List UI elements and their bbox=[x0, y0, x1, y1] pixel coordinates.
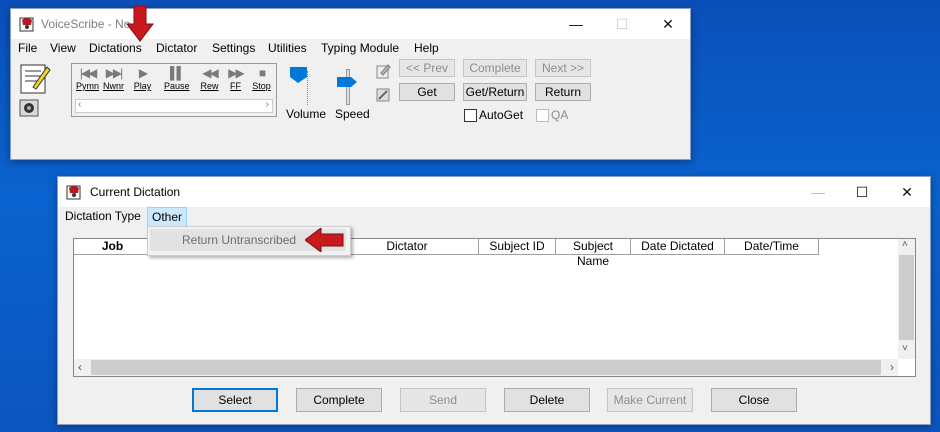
menu-settings[interactable]: Settings bbox=[210, 41, 257, 55]
scroll-right-icon-2[interactable]: › bbox=[890, 360, 894, 374]
column-subject-name[interactable]: Subject Name bbox=[556, 239, 631, 268]
horizontal-scroll-thumb[interactable] bbox=[91, 360, 881, 375]
menu-dictation-type[interactable]: Dictation Type bbox=[63, 209, 143, 223]
scroll-left-icon-2[interactable]: ‹ bbox=[78, 360, 82, 374]
speed-label: Speed bbox=[335, 107, 370, 121]
transport-buttons: |◀◀ Pymn ▶▶| Nwnr ▶ Play ▌▌ Pause ◀◀ Rew ▶▶ FF… bbox=[75, 64, 275, 98]
column-date-dictated[interactable]: Date Dictated bbox=[631, 239, 725, 254]
scroll-down-icon[interactable]: ˅ bbox=[902, 343, 908, 354]
menu-other[interactable]: Other bbox=[147, 207, 188, 227]
scroll-left-icon[interactable]: ‹ bbox=[78, 99, 81, 110]
voicescribe-window: VoiceScribe - No — ☐ ✕ File View Dictati… bbox=[10, 8, 691, 160]
speaker-icon[interactable] bbox=[19, 99, 39, 117]
select-button[interactable]: Select bbox=[192, 388, 278, 412]
qa-label: QA bbox=[551, 108, 569, 122]
dialog-maximize-button[interactable]: ☐ bbox=[839, 177, 885, 207]
previous-button[interactable]: |◀◀ Pymn bbox=[75, 66, 100, 96]
notepad-icon[interactable] bbox=[19, 61, 51, 95]
column-date-time[interactable]: Date/Time bbox=[725, 239, 819, 254]
return-button[interactable]: Return bbox=[535, 83, 591, 101]
vertical-scroll-thumb[interactable] bbox=[899, 255, 914, 340]
menu-file[interactable]: File bbox=[16, 41, 39, 55]
annotation-arrow-left-icon bbox=[305, 228, 344, 252]
scroll-up-icon[interactable]: ˄ bbox=[902, 239, 908, 250]
column-subject-id[interactable]: Subject ID bbox=[479, 239, 556, 254]
dialog-app-icon bbox=[66, 185, 81, 200]
dialog-close-button-bottom[interactable]: Close bbox=[711, 388, 797, 412]
title-bar[interactable]: VoiceScribe - No — ☐ ✕ bbox=[11, 9, 690, 39]
dialog-close-button[interactable]: ✕ bbox=[884, 177, 930, 207]
column-job[interactable]: Job bbox=[74, 239, 152, 254]
horizontal-scrollbar[interactable]: ‹ › bbox=[74, 359, 898, 376]
menu-view[interactable]: View bbox=[48, 41, 78, 55]
next-button[interactable]: ▶▶| Nwnr bbox=[101, 66, 126, 96]
fast-forward-button[interactable]: ▶▶ FF bbox=[223, 66, 248, 96]
dialog-minimize-button[interactable]: — bbox=[795, 177, 841, 207]
dialog-title: Current Dictation bbox=[90, 185, 181, 199]
get-button[interactable]: Get bbox=[399, 83, 455, 101]
play-button[interactable]: ▶ Play bbox=[130, 66, 155, 96]
delete-button[interactable]: Delete bbox=[504, 388, 590, 412]
autoget-checkbox[interactable] bbox=[464, 109, 477, 122]
menu-dictator[interactable]: Dictator bbox=[154, 41, 199, 55]
column-dictator[interactable]: Dictator bbox=[336, 239, 479, 254]
autoget-label: AutoGet bbox=[479, 108, 524, 122]
window-title: VoiceScribe - No bbox=[41, 17, 131, 31]
prev-button[interactable]: << Prev bbox=[399, 59, 455, 77]
speed-slider[interactable] bbox=[335, 67, 365, 107]
dialog-title-bar[interactable]: Current Dictation — ☐ ✕ bbox=[58, 177, 930, 207]
current-dictation-window: Current Dictation — ☐ ✕ Dictation Type O… bbox=[57, 176, 931, 425]
send-button[interactable]: Send bbox=[400, 388, 486, 412]
scroll-right-icon[interactable]: › bbox=[266, 99, 269, 110]
annotation-arrow-down-icon bbox=[126, 6, 154, 42]
next-dictation-button[interactable]: Next >> bbox=[535, 59, 591, 77]
dialog-complete-button[interactable]: Complete bbox=[296, 388, 382, 412]
tools-icon[interactable] bbox=[375, 87, 391, 103]
stop-button[interactable]: ■ Stop bbox=[249, 66, 274, 96]
get-return-button[interactable]: Get/Return bbox=[463, 83, 527, 101]
pause-button[interactable]: ▌▌ Pause bbox=[164, 66, 190, 96]
volume-label: Volume bbox=[286, 107, 327, 121]
menu-bar: File View Dictations Dictator Settings U… bbox=[11, 39, 690, 59]
qa-checkbox[interactable] bbox=[536, 109, 549, 122]
volume-slider[interactable] bbox=[287, 67, 317, 107]
menu-dictations[interactable]: Dictations bbox=[87, 41, 144, 55]
minimize-button[interactable]: — bbox=[553, 9, 599, 39]
app-icon bbox=[19, 17, 34, 32]
dictation-list[interactable]: Job Dictator Subject ID Subject Name Dat… bbox=[73, 238, 916, 377]
dialog-menu-bar: Dictation Type Other bbox=[58, 207, 930, 227]
close-button[interactable]: ✕ bbox=[645, 9, 691, 39]
maximize-button[interactable]: ☐ bbox=[599, 9, 645, 39]
complete-button[interactable]: Complete bbox=[463, 59, 527, 77]
rewind-button[interactable]: ◀◀ Rew bbox=[197, 66, 222, 96]
menu-utilities[interactable]: Utilities bbox=[266, 41, 309, 55]
menu-help[interactable]: Help bbox=[412, 41, 441, 55]
edit-doc-icon[interactable] bbox=[375, 63, 391, 79]
make-current-button[interactable]: Make Current bbox=[607, 388, 693, 412]
menu-typing-module[interactable]: Typing Module bbox=[319, 41, 401, 55]
position-scrollbar[interactable]: ‹ › bbox=[75, 99, 273, 113]
transport-panel: |◀◀ Pymn ▶▶| Nwnr ▶ Play ▌▌ Pause ◀◀ Rew ▶▶ FF… bbox=[71, 63, 277, 117]
vertical-scrollbar[interactable]: ˄ ˅ bbox=[898, 239, 915, 359]
